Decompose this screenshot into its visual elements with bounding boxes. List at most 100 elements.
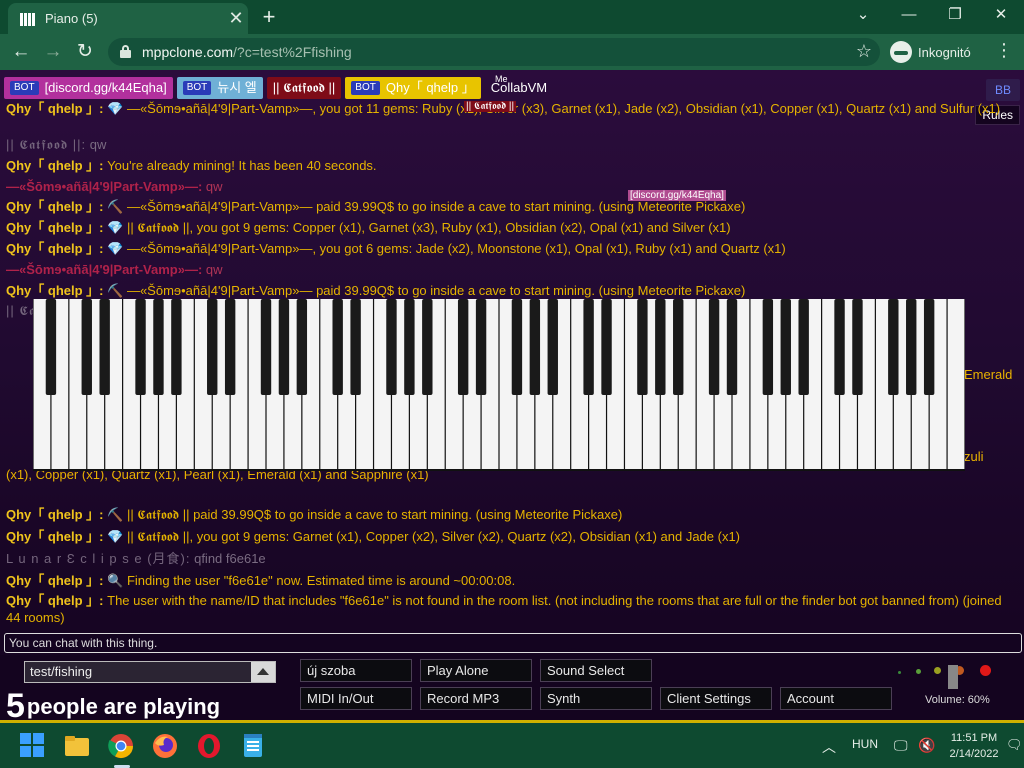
black-key[interactable] xyxy=(457,299,469,395)
chat-message-author[interactable]: Qhy「 qhelp 」: xyxy=(6,241,104,256)
black-key[interactable] xyxy=(45,299,57,395)
chat-message-author[interactable]: Qhy「 qhelp 」: xyxy=(6,101,104,116)
chat-message-author[interactable]: Qhy「 qhelp 」: xyxy=(6,158,104,173)
black-key[interactable] xyxy=(404,299,415,395)
user-tag[interactable]: || 𝕮𝖆𝖙𝖋𝖔𝖔𝖉 || xyxy=(266,77,342,99)
tab-close-icon[interactable]: ✕ xyxy=(224,8,248,29)
notification-icon[interactable]: 🗨 xyxy=(1006,737,1023,753)
black-key[interactable] xyxy=(923,299,935,395)
record-mp3-button[interactable]: Record MP3 xyxy=(420,687,532,710)
chat-message-author[interactable]: Qhy「 qhelp 」: xyxy=(6,199,104,214)
black-key[interactable] xyxy=(762,299,774,395)
tab-strip: Piano (5) ✕ + ⌄ — ❐ ✕ xyxy=(0,0,1024,34)
chat-input[interactable]: You can chat with this thing. xyxy=(4,633,1022,653)
black-key[interactable] xyxy=(852,299,863,395)
black-key[interactable] xyxy=(350,299,361,395)
reload-icon[interactable]: ↻ xyxy=(72,40,98,64)
black-key[interactable] xyxy=(726,299,738,395)
black-key[interactable] xyxy=(224,299,236,395)
lock-icon[interactable] xyxy=(120,45,131,58)
restore-button[interactable]: ❐ xyxy=(932,0,978,30)
notepad-icon[interactable] xyxy=(240,733,266,759)
black-key[interactable] xyxy=(475,299,487,395)
tray-chevron-icon[interactable]: ︿ xyxy=(822,737,836,757)
chat-message-author[interactable]: Qhy「 qhelp 」: xyxy=(6,593,104,608)
user-tag[interactable]: BOT [discord.gg/k44Eqha] xyxy=(4,77,173,99)
black-key[interactable] xyxy=(655,299,666,395)
chat-message-author[interactable]: Qhy「 qhelp 」: xyxy=(6,529,104,544)
tab-search-icon[interactable]: ⌄ xyxy=(840,0,886,30)
black-key[interactable] xyxy=(278,299,290,395)
black-key[interactable] xyxy=(511,299,523,395)
black-key[interactable] xyxy=(207,299,218,395)
language-indicator[interactable]: HUN xyxy=(852,737,878,751)
address-bar[interactable]: mppclone.com/?c=test%2Ffishing ☆ xyxy=(108,38,880,66)
black-key[interactable] xyxy=(798,299,809,395)
firefox-icon[interactable] xyxy=(152,733,178,759)
chat-message-author[interactable]: Qhy「 qhelp 」: xyxy=(6,507,104,522)
white-key[interactable] xyxy=(947,299,965,469)
network-icon[interactable]: 🖵 xyxy=(894,737,908,754)
black-key[interactable] xyxy=(153,299,164,395)
opera-icon[interactable] xyxy=(196,733,222,759)
chat-message: —«Šōmɘ•añā|4'9|Part-Vamp»—: qw xyxy=(6,261,223,278)
chat-message-author[interactable]: L u n a r Ɛ c l i p s e (月食): xyxy=(6,551,190,566)
black-key[interactable] xyxy=(673,299,684,395)
chat-message-author[interactable]: —«Šōmɘ•añā|4'9|Part-Vamp»—: xyxy=(6,262,202,277)
browser-menu-icon[interactable]: ⋮ xyxy=(992,40,1016,61)
black-key[interactable] xyxy=(386,299,397,395)
chrome-icon[interactable] xyxy=(108,733,134,759)
black-key[interactable] xyxy=(260,299,272,395)
back-icon[interactable]: ← xyxy=(8,40,34,64)
black-key[interactable] xyxy=(834,299,845,395)
black-key[interactable] xyxy=(135,299,146,395)
black-key[interactable] xyxy=(547,299,558,395)
clock[interactable]: 11:51 PM 2/14/2022 xyxy=(944,730,1004,762)
sound-select-button[interactable]: Sound Select xyxy=(540,659,652,682)
black-key[interactable] xyxy=(99,299,110,395)
incognito-indicator[interactable]: Inkognitó xyxy=(890,41,971,63)
file-explorer-icon[interactable] xyxy=(64,733,90,759)
play-alone-button[interactable]: Play Alone xyxy=(420,659,532,682)
speaker-muted-icon[interactable]: 🔇 xyxy=(918,737,935,754)
chat-message-author[interactable]: || 𝕮𝖆𝖙𝖋𝖔𝖔𝖉 ||: xyxy=(6,137,86,152)
chat-message-author[interactable]: Qhy「 qhelp 」: xyxy=(6,220,104,235)
windows-start-icon[interactable] xyxy=(20,733,44,757)
new-tab-button[interactable]: + xyxy=(256,4,282,30)
account-button[interactable]: Account xyxy=(780,687,892,710)
black-key[interactable] xyxy=(529,299,541,395)
tab-piano[interactable]: Piano (5) ✕ xyxy=(8,3,248,34)
black-key[interactable] xyxy=(583,299,594,395)
black-key[interactable] xyxy=(708,299,720,395)
forward-icon[interactable]: → xyxy=(40,40,66,64)
url-text[interactable]: mppclone.com/?c=test%2Ffishing xyxy=(142,44,352,60)
bookmark-star-icon[interactable]: ☆ xyxy=(856,41,872,62)
piano-keyboard[interactable] xyxy=(33,299,965,471)
black-key[interactable] xyxy=(601,299,612,395)
room-select[interactable]: test/fishing xyxy=(24,661,276,683)
volume-knob[interactable] xyxy=(948,665,958,689)
black-key[interactable] xyxy=(81,299,92,395)
bb-button[interactable]: BB xyxy=(986,79,1020,101)
black-key[interactable] xyxy=(171,299,182,395)
new-room-button[interactable]: új szoba xyxy=(300,659,412,682)
black-key[interactable] xyxy=(780,299,791,395)
black-key[interactable] xyxy=(296,299,308,395)
synth-button[interactable]: Synth xyxy=(540,687,652,710)
black-key[interactable] xyxy=(422,299,433,395)
chat-message-author[interactable]: Qhy「 qhelp 」: xyxy=(6,573,104,588)
black-key[interactable] xyxy=(637,299,648,395)
black-key[interactable] xyxy=(888,299,899,395)
user-tag[interactable]: BOT 뉴시 엘 xyxy=(176,77,263,99)
midi-button[interactable]: MIDI In/Out xyxy=(300,687,412,710)
minimize-button[interactable]: — xyxy=(886,0,932,30)
black-key[interactable] xyxy=(332,299,343,395)
black-key[interactable] xyxy=(906,299,917,395)
dropdown-arrow-icon[interactable] xyxy=(251,662,275,682)
client-settings-button[interactable]: Client Settings xyxy=(660,687,772,710)
chat-message-author[interactable]: —«Šōmɘ•añā|4'9|Part-Vamp»—: xyxy=(6,179,202,194)
chat-message-author[interactable]: Qhy「 qhelp 」: xyxy=(6,283,104,298)
close-window-button[interactable]: ✕ xyxy=(978,0,1024,30)
bot-badge: BOT xyxy=(351,81,380,95)
user-tag[interactable]: BOT Qhy「 qhelp 」 xyxy=(345,77,481,99)
